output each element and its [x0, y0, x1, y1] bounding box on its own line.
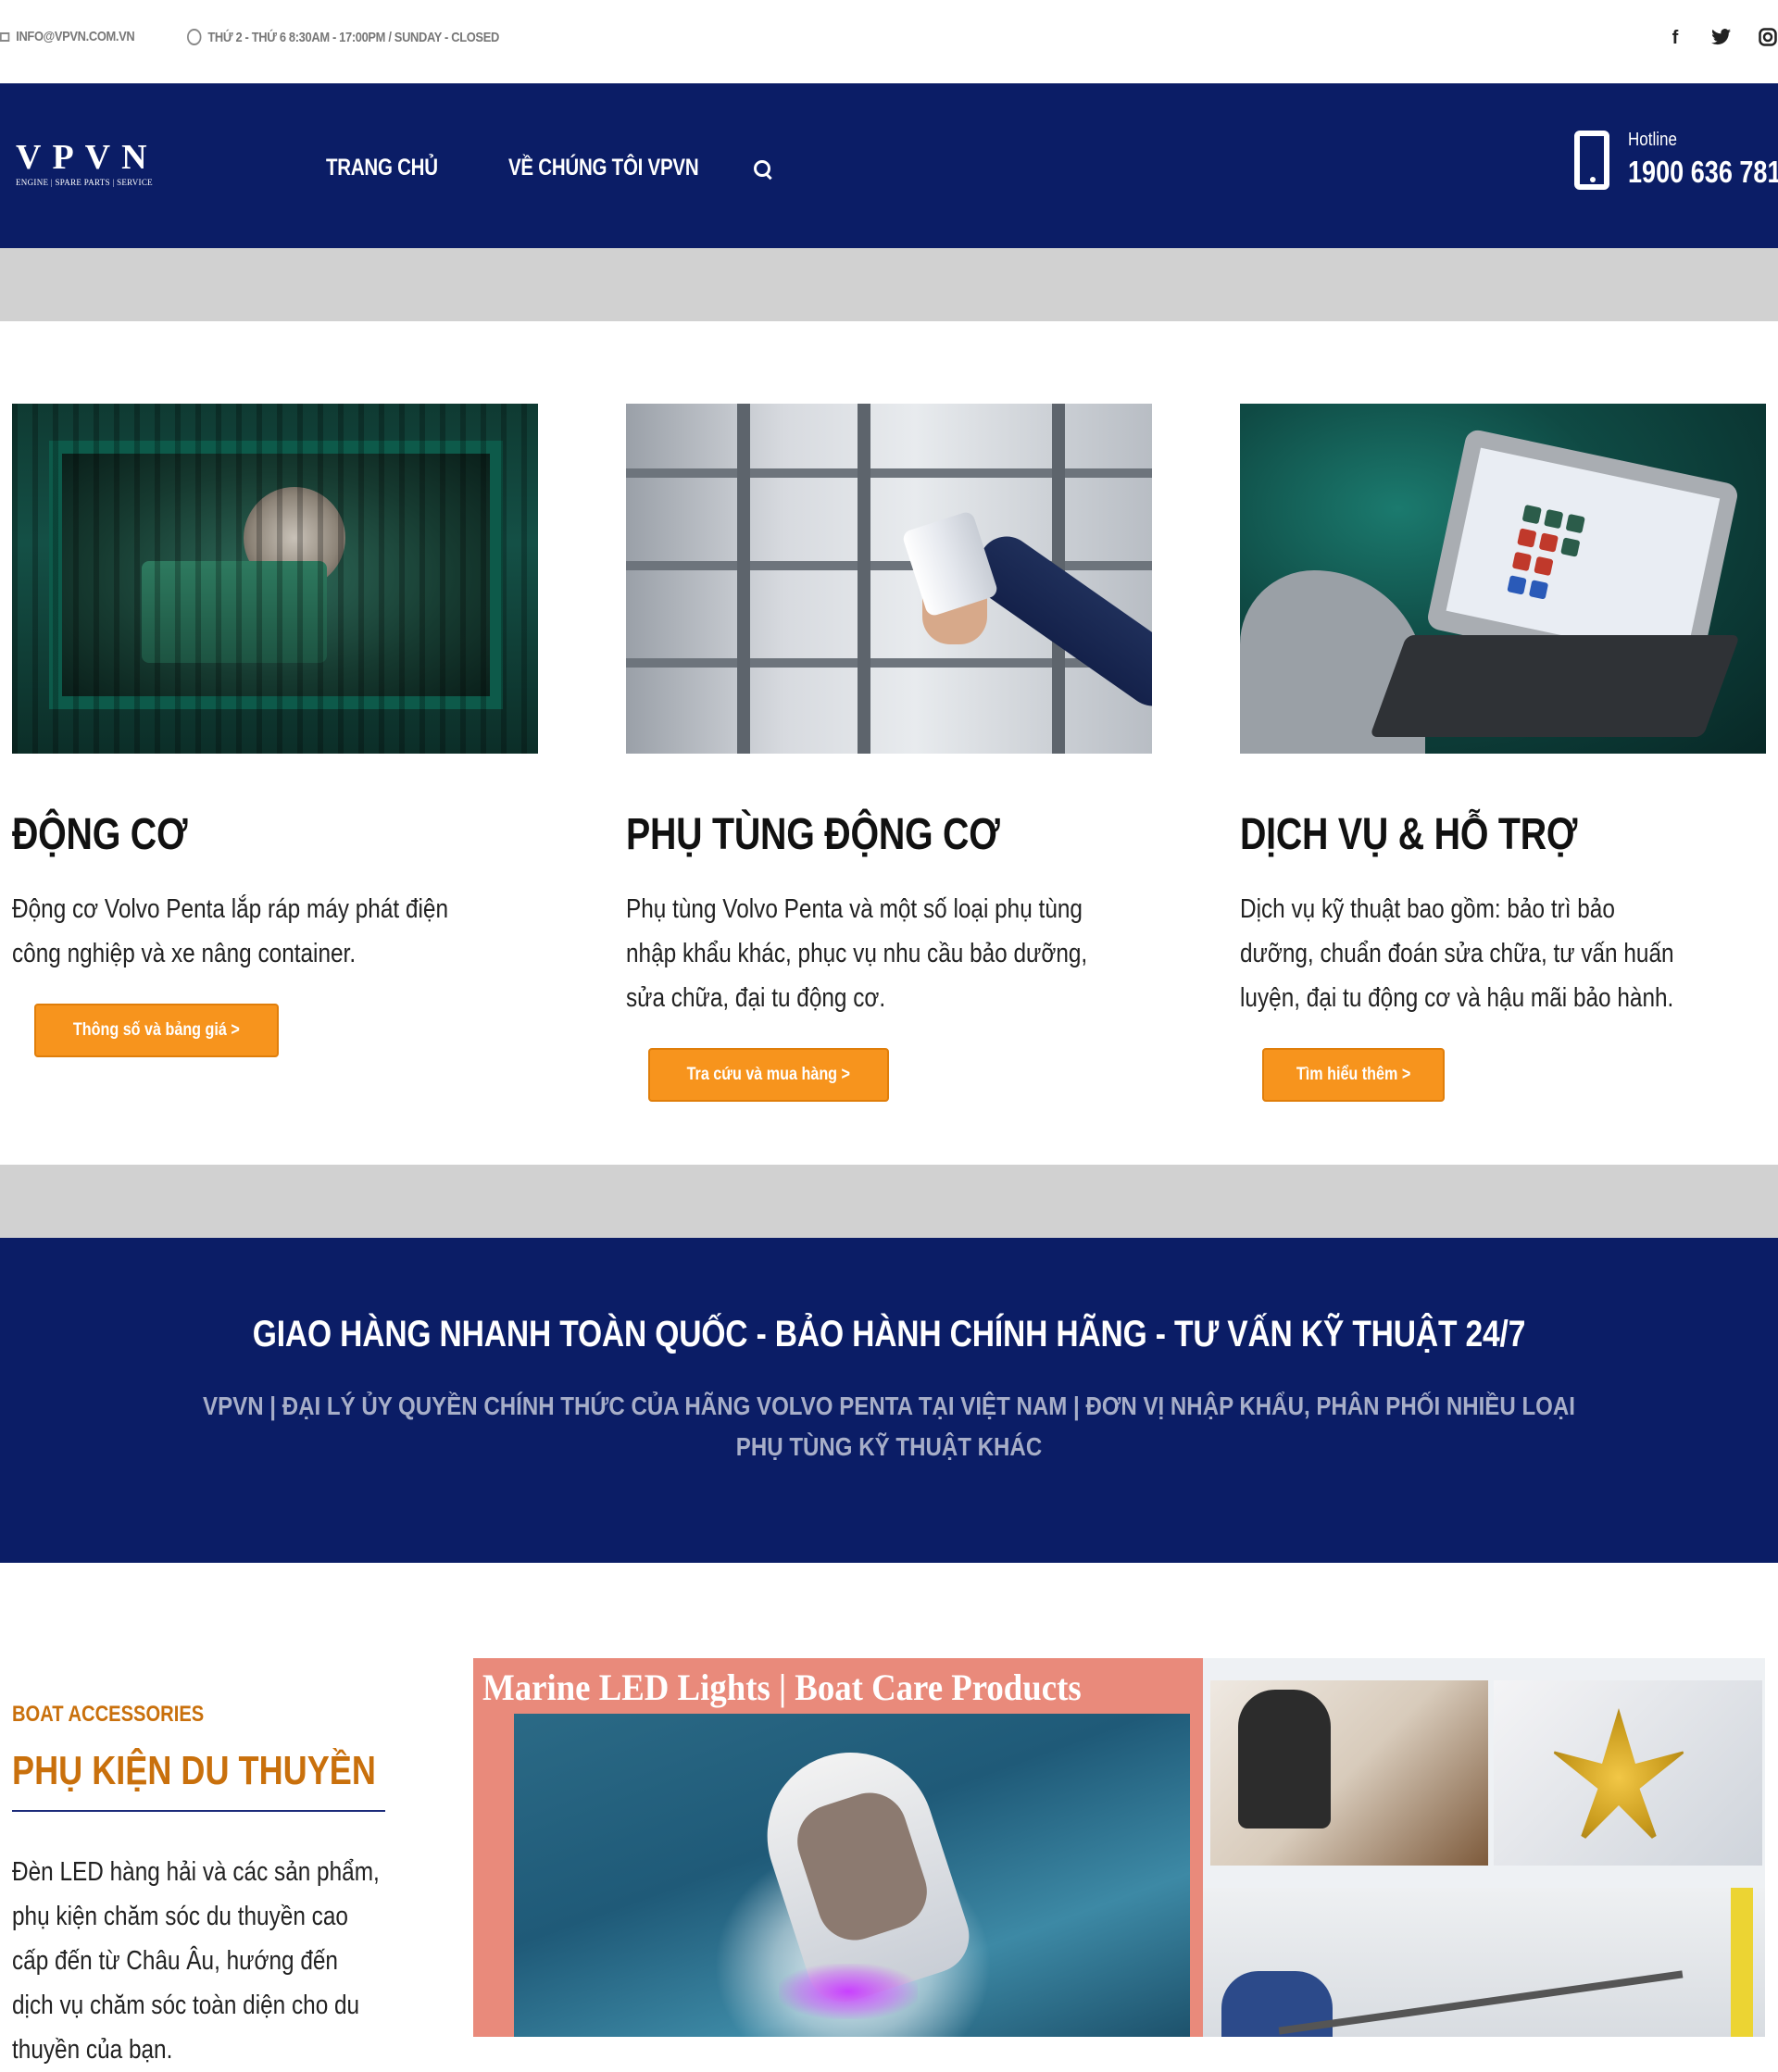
banner-subtitle: VPVN | ĐẠI LÝ ỦY QUYỀN CHÍNH THỨC CỦA HÃ… — [203, 1392, 1575, 1461]
promo-banner: GIAO HÀNG NHANH TOÀN QUỐC - BẢO HÀNH CHÍ… — [0, 1238, 1778, 1563]
card-description: Phụ tùng Volvo Penta và một số loại phụ … — [626, 894, 1088, 1013]
card-description: Động cơ Volvo Penta lắp ráp máy phát điệ… — [12, 894, 448, 968]
separator-band — [0, 1165, 1778, 1238]
top-bar: INFO@VPVN.COM.VN THỨ 2 - THỨ 6 8:30AM - … — [0, 0, 1778, 83]
email-text: INFO@VPVN.COM.VN — [16, 29, 135, 44]
learn-more-button[interactable]: Tìm hiểu thêm > — [1262, 1048, 1446, 1102]
opening-hours: THỨ 2 - THỨ 6 8:30AM - 17:00PM / SUNDAY … — [187, 29, 499, 45]
hotline[interactable]: Hotline 1900 636 781 — [1574, 130, 1778, 190]
service-card-engine: ĐỘNG CƠ Động cơ Volvo Penta lắp ráp máy … — [12, 404, 538, 1057]
accessories-label: BOAT ACCESSORIES — [12, 1702, 205, 1727]
hours-text: THỨ 2 - THỨ 6 8:30AM - 17:00PM / SUNDAY … — [207, 29, 499, 45]
main-nav: TRANG CHỦ VỀ CHÚNG TÔI VPVN — [326, 155, 772, 181]
site-logo[interactable]: VPVN ENGINE | SPARE PARTS | SERVICE — [16, 138, 158, 187]
main-header: VPVN ENGINE | SPARE PARTS | SERVICE TRAN… — [0, 83, 1778, 248]
social-links: f — [1665, 28, 1778, 52]
accessories-description: Đèn LED hàng hải và các sản phẩm, phụ ki… — [12, 1857, 380, 2065]
engine-image — [12, 404, 538, 754]
accessories-title: PHỤ KIỆN DU THUYỀN — [12, 1748, 376, 1793]
mail-icon — [0, 31, 10, 42]
card-description: Dịch vụ kỹ thuật bao gồm: bảo trì bảo dư… — [1240, 894, 1674, 1013]
marine-led-image[interactable]: Marine LED Lights | Boat Care Products — [473, 1658, 1203, 2037]
propeller-photo — [1494, 1680, 1762, 1866]
deck-cleaning-photo — [1210, 1680, 1488, 1866]
hull-polishing-photo — [1203, 1888, 1765, 2037]
pricing-button[interactable]: Thông số và bảng giá > — [34, 1004, 279, 1057]
card-title: PHỤ TÙNG ĐỘNG CƠ — [626, 810, 1000, 859]
boat-care-images[interactable] — [1203, 1658, 1765, 2037]
phone-icon — [1574, 130, 1609, 190]
contact-email[interactable]: INFO@VPVN.COM.VN — [0, 29, 135, 44]
service-card-support: DỊCH VỤ & HỖ TRỢ Dịch vụ kỹ thuật bao gồ… — [1240, 404, 1766, 1102]
hotline-number[interactable]: 1900 636 781 — [1628, 155, 1778, 190]
separator-band — [0, 248, 1778, 321]
card-title: ĐỘNG CƠ — [12, 810, 188, 859]
card-title: DỊCH VỤ & HỖ TRỢ — [1240, 810, 1578, 859]
facebook-icon[interactable]: f — [1665, 28, 1685, 52]
nav-about[interactable]: VỀ CHÚNG TÔI VPVN — [508, 155, 699, 181]
title-underline — [12, 1810, 385, 1812]
nav-home[interactable]: TRANG CHỦ — [326, 155, 438, 181]
spare-parts-image — [626, 404, 1152, 754]
hotline-label: Hotline — [1628, 130, 1677, 150]
diagnostics-image — [1240, 404, 1766, 754]
service-card-parts: PHỤ TÙNG ĐỘNG CƠ Phụ tùng Volvo Penta và… — [626, 404, 1152, 1102]
search-icon[interactable] — [752, 158, 772, 179]
instagram-icon[interactable] — [1758, 28, 1778, 52]
logo-wordmark: VPVN — [16, 138, 158, 177]
clock-icon — [187, 29, 202, 45]
logo-tagline: ENGINE | SPARE PARTS | SERVICE — [16, 178, 153, 187]
twitter-icon[interactable] — [1711, 28, 1732, 52]
banner-title: GIAO HÀNG NHANH TOÀN QUỐC - BẢO HÀNH CHÍ… — [252, 1314, 1526, 1354]
shop-button[interactable]: Tra cứu và mua hàng > — [648, 1048, 889, 1102]
image-caption: Marine LED Lights | Boat Care Products — [482, 1666, 1082, 1708]
